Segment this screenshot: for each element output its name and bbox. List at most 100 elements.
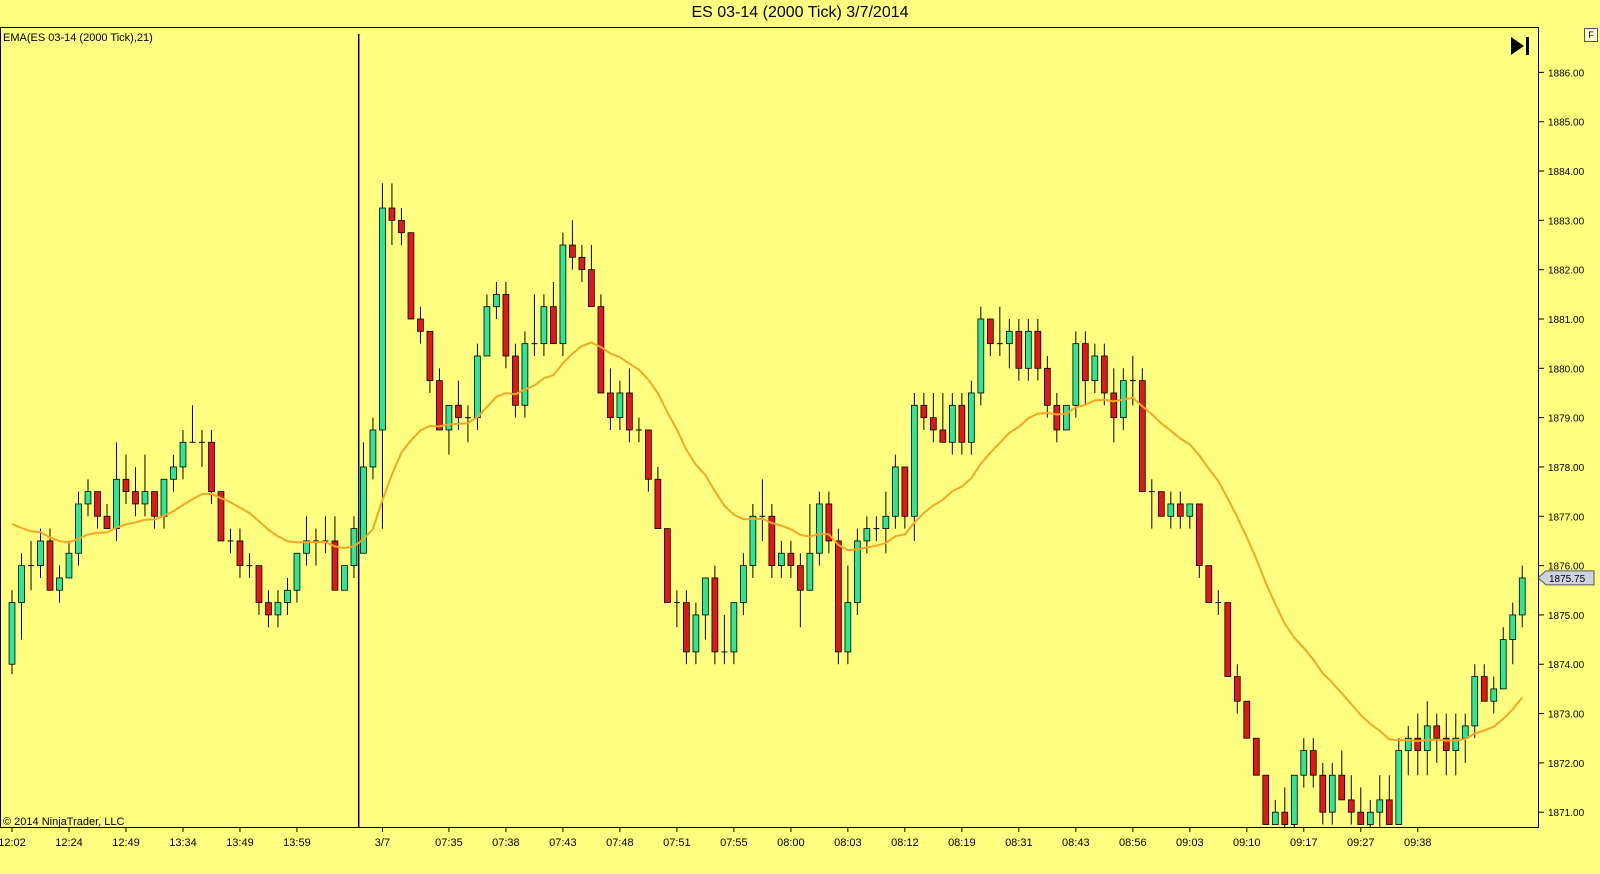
- candle-body: [949, 404, 956, 443]
- price-axis: 1871.001872.001873.001874.001875.001876.…: [1538, 68, 1585, 819]
- x-tick-label: 13:59: [283, 837, 311, 849]
- x-tick-label: 09:03: [1176, 837, 1204, 849]
- candle-body: [512, 355, 519, 406]
- candle-body: [255, 565, 263, 603]
- y-tick-label: 1880.00: [1548, 364, 1585, 375]
- candle-body: [616, 392, 624, 419]
- candle-body: [1176, 503, 1184, 517]
- candle-body: [407, 232, 415, 320]
- candle-body: [1281, 811, 1289, 825]
- candle-body: [967, 392, 975, 443]
- candle-body: [578, 256, 586, 271]
- candle-body: [341, 565, 348, 591]
- candle-body: [521, 343, 529, 406]
- y-tick-label: 1878.00: [1548, 463, 1585, 474]
- candle-body: [1319, 774, 1327, 813]
- candle-body: [1499, 639, 1507, 690]
- x-tick-label: 07:48: [606, 837, 634, 849]
- candle-body: [1357, 811, 1365, 825]
- candle-body: [692, 614, 700, 653]
- candle-body: [1157, 491, 1165, 517]
- candle-body: [426, 330, 434, 382]
- candle-body: [920, 404, 928, 419]
- candle-body: [730, 602, 738, 653]
- candle-body: [502, 293, 510, 357]
- candle-body: [1072, 343, 1080, 406]
- candle-body: [236, 540, 244, 566]
- candle-body: [1309, 750, 1317, 776]
- x-tick-label: 08:56: [1119, 837, 1147, 849]
- candle-body: [1290, 774, 1298, 825]
- candle-body: [683, 602, 690, 653]
- candle-body: [208, 441, 215, 493]
- candle-body: [1338, 774, 1346, 801]
- candle-body: [1480, 676, 1488, 702]
- y-tick-label: 1871.00: [1548, 808, 1585, 819]
- candle-body: [417, 318, 424, 332]
- candle-body: [977, 318, 985, 394]
- indicator-label: EMA(ES 03-14 (2000 Tick),21): [3, 32, 153, 44]
- candle-body: [1233, 676, 1241, 702]
- x-tick-label: 08:00: [777, 837, 805, 849]
- candle-body: [1433, 725, 1441, 739]
- candle-body: [56, 577, 63, 591]
- candle-body: [151, 491, 158, 517]
- f-button[interactable]: F: [1584, 28, 1598, 42]
- candlestick-chart[interactable]: 1871.001872.001873.001874.001875.001876.…: [0, 0, 1600, 874]
- candle-body: [597, 306, 605, 394]
- candle-body: [1043, 367, 1051, 406]
- candle-body: [787, 552, 795, 566]
- x-tick-label: 12:24: [55, 837, 83, 849]
- x-tick-label: 09:17: [1290, 837, 1318, 849]
- candle-body: [1385, 799, 1393, 825]
- candle-body: [835, 540, 842, 653]
- x-tick-label: 07:55: [720, 837, 748, 849]
- candle-body: [18, 565, 25, 603]
- candle-body: [1224, 602, 1232, 677]
- candle-body: [550, 306, 557, 345]
- candle-body: [84, 491, 92, 505]
- x-tick-label: 13:34: [169, 837, 197, 849]
- candle-body: [1518, 577, 1526, 616]
- skip-to-end-icon[interactable]: [1508, 34, 1532, 58]
- candle-body: [749, 515, 757, 566]
- x-tick-label: 08:43: [1062, 837, 1090, 849]
- candle-body: [379, 207, 386, 431]
- x-tick-label: 07:43: [549, 837, 577, 849]
- candle-body: [284, 589, 291, 603]
- candle-body: [94, 491, 101, 517]
- x-tick-label: 07:38: [492, 837, 520, 849]
- candle-body: [645, 429, 652, 480]
- candle-body: [1423, 725, 1431, 751]
- candle-body: [132, 491, 139, 505]
- y-tick-label: 1872.00: [1548, 759, 1585, 770]
- candle-body: [331, 540, 339, 591]
- candle-body: [569, 244, 576, 258]
- x-tick-label: 08:12: [891, 837, 919, 849]
- candle-body: [1347, 799, 1355, 813]
- candle-body: [122, 478, 130, 493]
- time-axis: 12:02 12:24 12:49 13:34 13:49 13:59 3/7 07:35 07…: [0, 827, 1432, 849]
- candle-body: [1509, 614, 1517, 640]
- last-price-label: 1875.75: [1549, 574, 1586, 585]
- candle-body: [1005, 330, 1013, 345]
- x-tick-label: 3/7: [375, 837, 390, 849]
- candle-body: [958, 404, 966, 443]
- candle-body: [179, 441, 187, 468]
- candle-body: [455, 404, 462, 419]
- candle-body: [778, 552, 785, 566]
- candle-body: [911, 404, 918, 517]
- candle-body: [1034, 330, 1042, 369]
- candle-body: [1195, 503, 1203, 566]
- candle-body: [369, 429, 377, 468]
- x-tick-label: 07:35: [435, 837, 463, 849]
- x-tick-label: 12:49: [112, 837, 140, 849]
- candle-body: [1300, 750, 1308, 776]
- candle-body: [588, 269, 595, 308]
- y-tick-label: 1885.00: [1548, 118, 1585, 129]
- candle-body: [474, 355, 481, 419]
- y-tick-label: 1873.00: [1548, 710, 1585, 721]
- x-tick-label: 07:51: [663, 837, 691, 849]
- y-tick-label: 1883.00: [1548, 216, 1585, 227]
- x-tick-label: 08:31: [1005, 837, 1033, 849]
